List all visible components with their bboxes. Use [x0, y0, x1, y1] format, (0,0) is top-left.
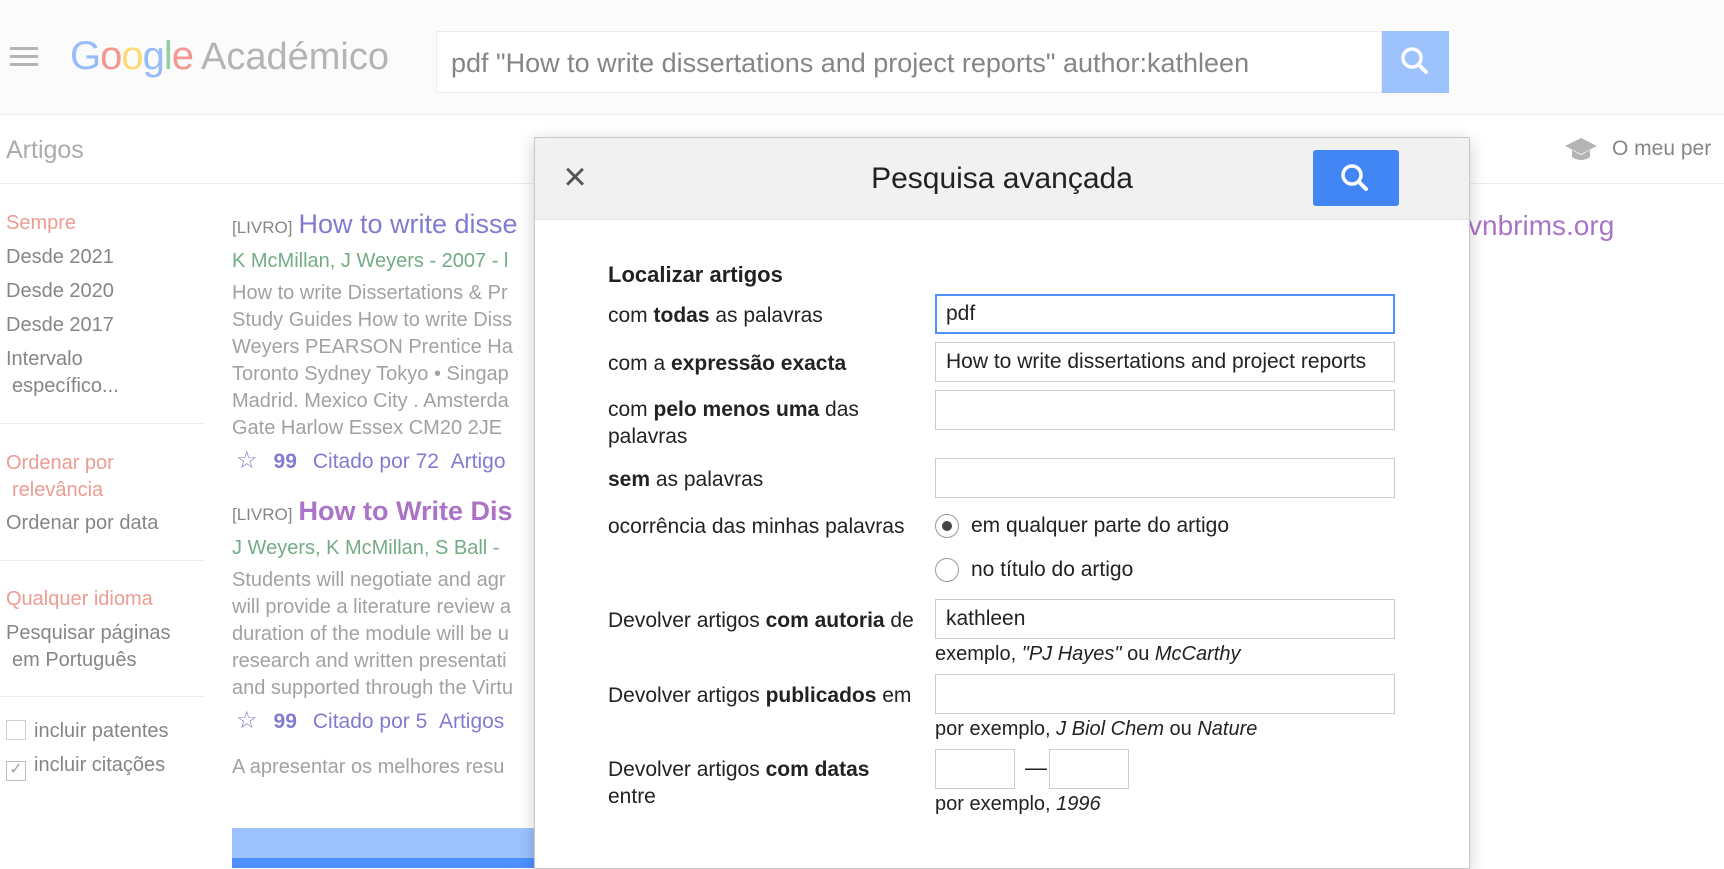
- date-to-input[interactable]: [1049, 749, 1129, 789]
- published-in-input[interactable]: [935, 674, 1395, 714]
- advanced-search-button[interactable]: [1313, 150, 1399, 206]
- label-bold: sem: [608, 468, 651, 491]
- label-bold: com autoria: [765, 609, 885, 632]
- date-from-input[interactable]: [935, 749, 1015, 789]
- without-words-label: sem as palavras: [608, 466, 763, 493]
- radio-in-title[interactable]: [935, 558, 959, 582]
- label-text: das: [819, 398, 859, 421]
- published-in-hint: por exemplo, J Biol Chem ou Nature: [935, 718, 1257, 741]
- all-words-input[interactable]: pdf: [935, 294, 1395, 334]
- hint-text: por exemplo,: [935, 718, 1057, 740]
- label-text: com: [608, 304, 654, 327]
- hint-example: 1996: [1056, 793, 1101, 815]
- label-bold: pelo menos uma: [653, 398, 820, 421]
- label-bold: com datas: [765, 758, 870, 781]
- hint-text: por exemplo,: [935, 793, 1057, 815]
- label-text: as palavras: [709, 304, 823, 327]
- date-range-label: Devolver artigos com datas entre: [608, 756, 869, 810]
- radio-in-title-label[interactable]: no título do artigo: [971, 558, 1133, 582]
- label-text: com a: [608, 352, 672, 375]
- exact-phrase-input[interactable]: How to write dissertations and project r…: [935, 342, 1395, 382]
- without-words-input[interactable]: [935, 458, 1395, 498]
- author-label: Devolver artigos com autoria de: [608, 607, 914, 634]
- search-icon: [1341, 164, 1368, 191]
- label-text: palavras: [608, 425, 688, 448]
- at-least-one-input[interactable]: [935, 390, 1395, 430]
- radio-anywhere-label[interactable]: em qualquer parte do artigo: [971, 514, 1229, 538]
- hint-example: McCarthy: [1154, 643, 1241, 665]
- hint-example: "PJ Hayes": [1021, 643, 1122, 665]
- occurrence-label: ocorrência das minhas palavras: [608, 515, 905, 538]
- at-least-one-label: com pelo menos uma das palavras: [608, 396, 859, 450]
- label-text: Devolver artigos: [608, 758, 766, 781]
- label-bold: publicados: [765, 684, 877, 707]
- label-bold: expressão exacta: [671, 352, 847, 375]
- label-text: de: [884, 609, 914, 632]
- published-in-label: Devolver artigos publicados em: [608, 682, 911, 709]
- all-words-label: com todas as palavras: [608, 302, 823, 329]
- author-hint: exemplo, "PJ Hayes" ou McCarthy: [935, 643, 1240, 666]
- label-bold: todas: [653, 304, 710, 327]
- label-text: em: [876, 684, 912, 707]
- exact-phrase-label: com a expressão exacta: [608, 350, 846, 377]
- hint-text: exemplo,: [935, 643, 1022, 665]
- date-separator: —: [1025, 755, 1047, 780]
- label-text: com: [608, 398, 654, 421]
- hint-example: J Biol Chem: [1056, 718, 1164, 740]
- date-hint: por exemplo, 1996: [935, 793, 1101, 816]
- label-text: Devolver artigos: [608, 609, 766, 632]
- radio-anywhere[interactable]: [935, 514, 959, 538]
- hint-text: ou: [1163, 718, 1198, 740]
- hint-example: Nature: [1197, 718, 1258, 740]
- advanced-search-dialog: × Pesquisa avançada Localizar artigos co…: [534, 137, 1470, 869]
- section-title: Localizar artigos: [608, 262, 783, 287]
- label-text: Devolver artigos: [608, 684, 766, 707]
- label-text: as palavras: [650, 468, 764, 491]
- label-text: entre: [608, 785, 656, 808]
- author-input[interactable]: kathleen: [935, 599, 1395, 639]
- hint-text: ou: [1121, 643, 1155, 665]
